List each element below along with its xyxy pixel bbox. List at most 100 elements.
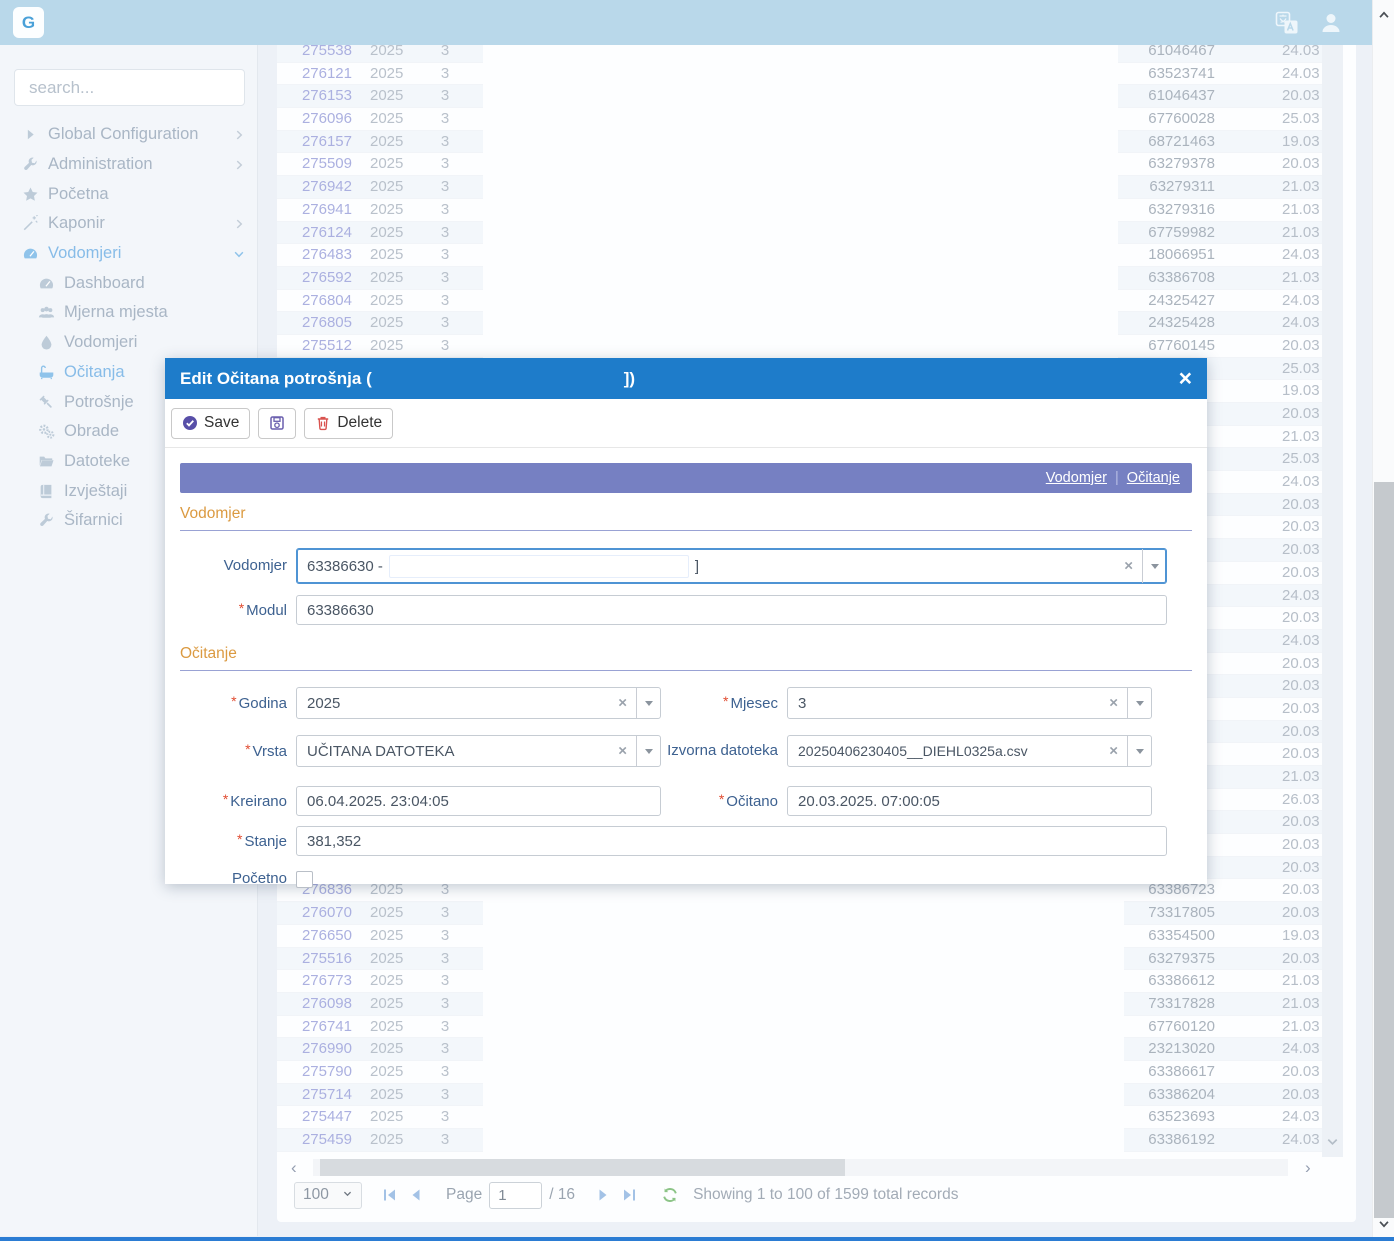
- first-page-button[interactable]: [382, 1187, 398, 1203]
- clear-icon[interactable]: ×: [1124, 558, 1133, 575]
- record-id-link[interactable]: 275790: [290, 1063, 352, 1080]
- scrollbar-up-icon[interactable]: [1377, 8, 1391, 22]
- mjesec-combobox[interactable]: 3 ×: [787, 687, 1152, 719]
- sidebar-item-vodomjeri[interactable]: Vodomjeri: [0, 328, 258, 358]
- next-page-button[interactable]: [595, 1187, 611, 1203]
- record-id-link[interactable]: 275714: [290, 1086, 352, 1103]
- page-number-input[interactable]: [489, 1182, 542, 1209]
- record-id-link[interactable]: 275516: [290, 950, 352, 967]
- dropdown-toggle[interactable]: [636, 736, 660, 766]
- previous-page-button[interactable]: [408, 1187, 424, 1203]
- year-cell: 2025: [370, 110, 403, 127]
- date-cell: 24.03: [1282, 1040, 1322, 1057]
- record-id-link[interactable]: 276096: [290, 110, 352, 127]
- date-cell: 21.03: [1282, 1018, 1322, 1035]
- record-id-link[interactable]: 276153: [290, 87, 352, 104]
- modul-input[interactable]: [296, 595, 1167, 625]
- form-row-modul: Modul: [180, 595, 1192, 625]
- record-id-link[interactable]: 276157: [290, 133, 352, 150]
- scroll-left-icon[interactable]: ‹: [291, 1159, 297, 1176]
- godina-combobox[interactable]: 2025 ×: [296, 687, 661, 719]
- clear-icon[interactable]: ×: [618, 695, 627, 712]
- sidebar-item-label: Global Configuration: [48, 125, 198, 144]
- record-id-link[interactable]: 276941: [290, 201, 352, 218]
- scrollbar-thumb[interactable]: [1374, 482, 1394, 1218]
- users-icon: [38, 304, 55, 321]
- dropdown-toggle[interactable]: [1127, 688, 1151, 718]
- refresh-icon[interactable]: [661, 1186, 679, 1204]
- clear-icon[interactable]: ×: [1109, 695, 1118, 712]
- sidebar-item-vodomjeri[interactable]: Vodomjeri: [0, 239, 258, 269]
- caret-down-icon: [1136, 701, 1144, 706]
- record-id-link[interactable]: 276990: [290, 1040, 352, 1057]
- app-logo[interactable]: G: [13, 7, 44, 38]
- record-id-link[interactable]: 276650: [290, 927, 352, 944]
- tab-ocitanje[interactable]: Očitanje: [1127, 470, 1180, 486]
- clear-icon[interactable]: ×: [1109, 743, 1118, 760]
- sidebar-item-dashboard[interactable]: Dashboard: [0, 268, 258, 298]
- close-icon[interactable]: ×: [1179, 367, 1192, 390]
- record-id-link[interactable]: 275509: [290, 155, 352, 172]
- record-id-link[interactable]: 275459: [290, 1131, 352, 1148]
- clear-icon[interactable]: ×: [618, 743, 627, 760]
- sidebar-item-label: Izvještaji: [64, 482, 127, 501]
- dropdown-toggle[interactable]: [1127, 736, 1151, 766]
- kreirano-input[interactable]: [296, 786, 661, 816]
- date-cell: 26.03: [1282, 791, 1322, 808]
- mjesec-label: Mjesec: [661, 693, 787, 713]
- record-id-link[interactable]: 276805: [290, 314, 352, 331]
- section-title-ocitanje: Očitanje: [180, 645, 1192, 671]
- sidebar-item-global-configuration[interactable]: Global Configuration: [0, 120, 258, 150]
- record-id-link[interactable]: 276121: [290, 65, 352, 82]
- pocetno-checkbox[interactable]: [296, 871, 313, 888]
- page-size-select[interactable]: 100: [294, 1182, 362, 1209]
- date-cell: 21.03: [1282, 178, 1322, 195]
- record-id-link[interactable]: 276592: [290, 269, 352, 286]
- sidebar-item-pocetna[interactable]: Početna: [0, 179, 258, 209]
- table-vertical-scrollbar[interactable]: [1322, 45, 1343, 1157]
- tab-vodomjer[interactable]: Vodomjer: [1046, 470, 1107, 486]
- language-translate-icon[interactable]: [1274, 10, 1300, 36]
- last-page-button[interactable]: [621, 1187, 637, 1203]
- vodomjer-combobox[interactable]: 63386630 - ] ×: [296, 548, 1167, 584]
- record-id-link[interactable]: 275447: [290, 1108, 352, 1125]
- record-id-link[interactable]: 276942: [290, 178, 352, 195]
- stanje-label: Stanje: [180, 831, 296, 851]
- sidebar-item-kaponir[interactable]: Kaponir: [0, 209, 258, 239]
- save-icon-button[interactable]: [258, 408, 296, 439]
- record-id-link[interactable]: 276124: [290, 224, 352, 241]
- record-id-link[interactable]: 276483: [290, 246, 352, 263]
- month-cell: 3: [437, 1040, 453, 1057]
- dropdown-toggle[interactable]: [1142, 549, 1166, 583]
- izvorna-datoteka-combobox[interactable]: 20250406230405__DIEHL0325a.csv ×: [787, 735, 1152, 767]
- wand-icon: [22, 215, 39, 232]
- month-cell: 3: [437, 224, 453, 241]
- horizontal-scroll-track[interactable]: [313, 1159, 1288, 1176]
- record-id-link[interactable]: 276741: [290, 1018, 352, 1035]
- sidebar-item-administration[interactable]: Administration: [0, 150, 258, 180]
- record-id-link[interactable]: 275538: [290, 45, 352, 59]
- serial-number-cell: 67760145: [1133, 337, 1215, 354]
- ocitano-input[interactable]: [787, 786, 1152, 816]
- vrsta-combobox[interactable]: UČITANA DATOTEKA ×: [296, 735, 661, 767]
- record-id-link[interactable]: 276773: [290, 972, 352, 989]
- month-cell: 3: [437, 110, 453, 127]
- delete-button[interactable]: Delete: [304, 408, 393, 439]
- horizontal-scroll-thumb[interactable]: [320, 1159, 845, 1176]
- stanje-input[interactable]: [296, 826, 1167, 856]
- scroll-right-icon[interactable]: ›: [1305, 1159, 1311, 1176]
- search-input[interactable]: [14, 69, 245, 106]
- user-profile-icon[interactable]: [1318, 10, 1344, 36]
- year-cell: 2025: [370, 1131, 403, 1148]
- table-horizontal-scrollbar[interactable]: ‹ ›: [277, 1157, 1322, 1178]
- record-id-link[interactable]: 276098: [290, 995, 352, 1012]
- browser-scrollbar[interactable]: [1372, 0, 1394, 1241]
- scrollbar-down-icon[interactable]: [1377, 1217, 1391, 1231]
- dropdown-toggle[interactable]: [636, 688, 660, 718]
- sidebar-item-mjerna-mjesta[interactable]: Mjerna mjesta: [0, 298, 258, 328]
- record-id-link[interactable]: 275512: [290, 337, 352, 354]
- scroll-down-icon[interactable]: [1325, 1134, 1340, 1149]
- record-id-link[interactable]: 276070: [290, 904, 352, 921]
- save-button[interactable]: Save: [171, 408, 250, 439]
- record-id-link[interactable]: 276804: [290, 292, 352, 309]
